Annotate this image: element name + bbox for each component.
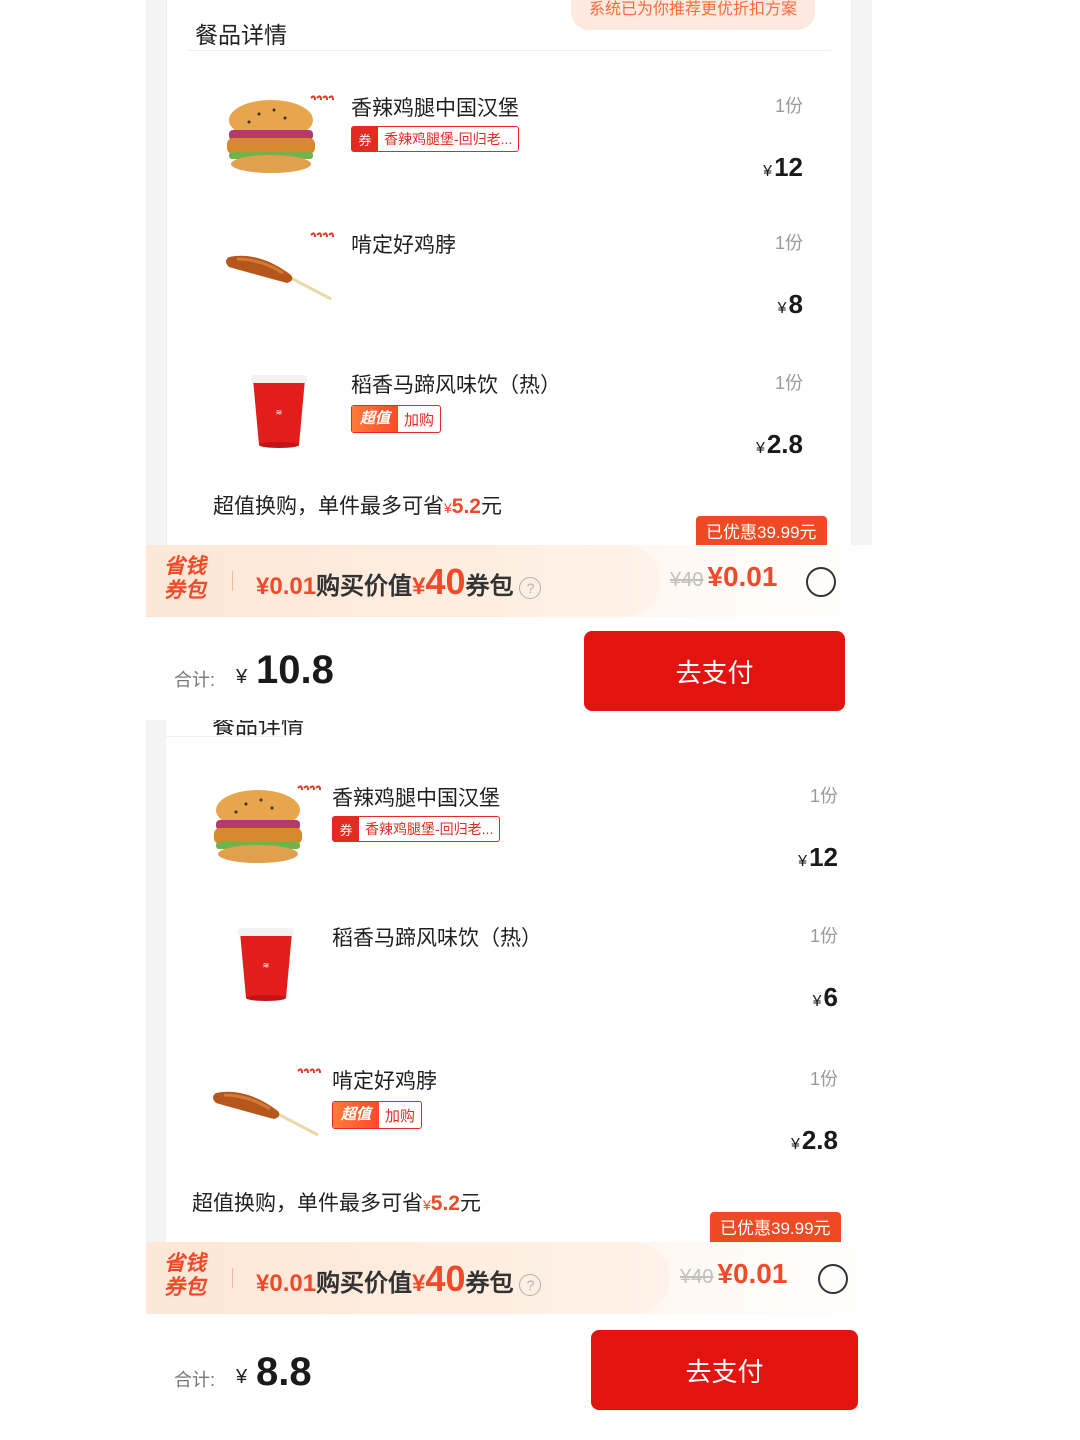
- drink-cup-image: ≋: [251, 375, 307, 448]
- total-label: 合计:: [174, 670, 216, 690]
- value-addon-tag[interactable]: 超值 加购: [332, 1101, 423, 1129]
- order-card: 餐品详情 香辣鸡腿中国汉堡 券 香辣鸡腿堡-回归老... 1份 ¥12 ≋ 稻香…: [166, 720, 886, 1265]
- pay-button[interactable]: 去支付: [591, 1330, 858, 1410]
- coupon-tag[interactable]: 券 香辣鸡腿堡-回归老...: [351, 126, 520, 152]
- list-item[interactable]: 香辣鸡腿中国汉堡 券 香辣鸡腿堡-回归老... 1份 ¥12: [167, 92, 851, 222]
- divider: [232, 571, 233, 591]
- item-price: ¥8: [777, 289, 803, 319]
- side-gutter-right: [852, 0, 872, 545]
- help-icon[interactable]: ?: [519, 1273, 542, 1296]
- bundle-select-radio[interactable]: [818, 1264, 848, 1294]
- list-item[interactable]: ≋ 稻香马蹄风味饮（热） 1份 ¥6: [166, 922, 886, 1052]
- bundle-bar[interactable]: 省钱券包 ¥0.01购买价值¥40券包? ¥40 ¥0.01: [146, 1242, 886, 1314]
- side-gutter-left: [146, 720, 166, 1265]
- pay-button[interactable]: 去支付: [584, 631, 845, 711]
- order-screen-1: 餐品详情 系统已为你推荐更优折扣方案 香辣鸡腿中国汉堡 券 香辣鸡腿堡-回归老.…: [146, 0, 872, 720]
- divider: [187, 50, 831, 51]
- coupon-tag[interactable]: 券 香辣鸡腿堡-回归老...: [332, 816, 501, 842]
- burger-image: [214, 785, 321, 863]
- item-price: ¥12: [763, 152, 803, 182]
- list-item[interactable]: 香辣鸡腿中国汉堡 券 香辣鸡腿堡-回归老... 1份 ¥12: [166, 782, 886, 912]
- item-price: ¥12: [798, 842, 838, 872]
- bundle-logo: 省钱券包: [164, 1252, 206, 1299]
- item-qty: 1份: [774, 373, 803, 393]
- coupon-text: 香辣鸡腿堡-回归老...: [365, 821, 494, 837]
- order-screen-2: 餐品详情 香辣鸡腿中国汉堡 券 香辣鸡腿堡-回归老... 1份 ¥12 ≋ 稻香…: [146, 720, 886, 1440]
- section-title: 餐品详情: [212, 720, 304, 738]
- bundle-offer-text: ¥0.01购买价值¥40券包?: [256, 561, 542, 603]
- item-price: ¥6: [812, 982, 838, 1012]
- bundle-price: ¥40 ¥0.01: [680, 1258, 788, 1289]
- recommend-banner[interactable]: 系统已为你推荐更优折扣方案: [570, 0, 815, 30]
- item-name: 稻香马蹄风味饮（热）: [351, 374, 561, 397]
- addon-text: 加购: [404, 411, 435, 429]
- bundle-offer-text: ¥0.01购买价值¥40券包?: [256, 1258, 542, 1300]
- bundle-price: ¥40 ¥0.01: [670, 561, 778, 592]
- swap-note: 超值换购，单件最多可省¥5.2元: [213, 495, 502, 518]
- help-icon[interactable]: ?: [519, 576, 542, 599]
- value-badge: 超值: [352, 406, 399, 432]
- item-name: 啃定好鸡脖: [332, 1070, 437, 1093]
- item-qty: 1份: [774, 96, 803, 116]
- chicken-neck-image: [226, 232, 334, 301]
- item-price: ¥2.8: [755, 429, 803, 459]
- total-label: 合计:: [174, 1370, 216, 1390]
- item-price: ¥2.8: [790, 1125, 838, 1155]
- coupon-badge: 券: [352, 127, 378, 151]
- item-qty: 1份: [774, 233, 803, 253]
- bundle-bar[interactable]: 省钱券包 ¥0.01购买价值¥40券包? ¥40 ¥0.01: [146, 545, 872, 617]
- bundle-select-radio[interactable]: [806, 567, 836, 597]
- section-title: 餐品详情: [195, 22, 287, 48]
- item-qty: 1份: [809, 1069, 838, 1089]
- side-gutter-left: [146, 0, 166, 545]
- list-item[interactable]: ≋ 稻香马蹄风味饮（热） 超值 加购 1份 ¥2.8: [167, 369, 851, 499]
- item-name: 啃定好鸡脖: [351, 234, 456, 257]
- svg-text:≋: ≋: [276, 408, 283, 417]
- total-currency: ¥: [236, 1366, 248, 1388]
- coupon-text: 香辣鸡腿堡-回归老...: [384, 131, 513, 147]
- swap-note: 超值换购，单件最多可省¥5.2元: [192, 1192, 481, 1215]
- divider: [166, 736, 286, 737]
- addon-text: 加购: [385, 1107, 416, 1125]
- drink-cup-image: ≋: [238, 928, 294, 1001]
- item-name: 香辣鸡腿中国汉堡: [351, 97, 519, 120]
- item-qty: 1份: [809, 786, 838, 806]
- item-qty: 1份: [809, 926, 838, 946]
- total-currency: ¥: [236, 666, 248, 688]
- burger-image: [227, 95, 334, 173]
- value-addon-tag[interactable]: 超值 加购: [351, 405, 442, 433]
- item-name: 稻香马蹄风味饮（热）: [332, 927, 542, 950]
- item-name: 香辣鸡腿中国汉堡: [332, 787, 500, 810]
- order-card: 餐品详情 系统已为你推荐更优折扣方案 香辣鸡腿中国汉堡 券 香辣鸡腿堡-回归老.…: [166, 0, 852, 545]
- list-item[interactable]: 啃定好鸡脖 超值 加购 1份 ¥2.8: [166, 1065, 886, 1195]
- list-item[interactable]: 啃定好鸡脖 1份 ¥8: [167, 229, 851, 359]
- value-badge: 超值: [333, 1102, 380, 1128]
- discount-badge: 已优惠39.99元: [710, 1212, 841, 1246]
- bundle-logo: 省钱券包: [164, 555, 206, 602]
- svg-text:≋: ≋: [263, 961, 270, 970]
- coupon-badge: 券: [333, 817, 359, 841]
- divider: [232, 1268, 233, 1288]
- total-amount: 10.8: [256, 648, 334, 692]
- chicken-neck-image: [213, 1068, 321, 1137]
- total-amount: 8.8: [256, 1350, 312, 1394]
